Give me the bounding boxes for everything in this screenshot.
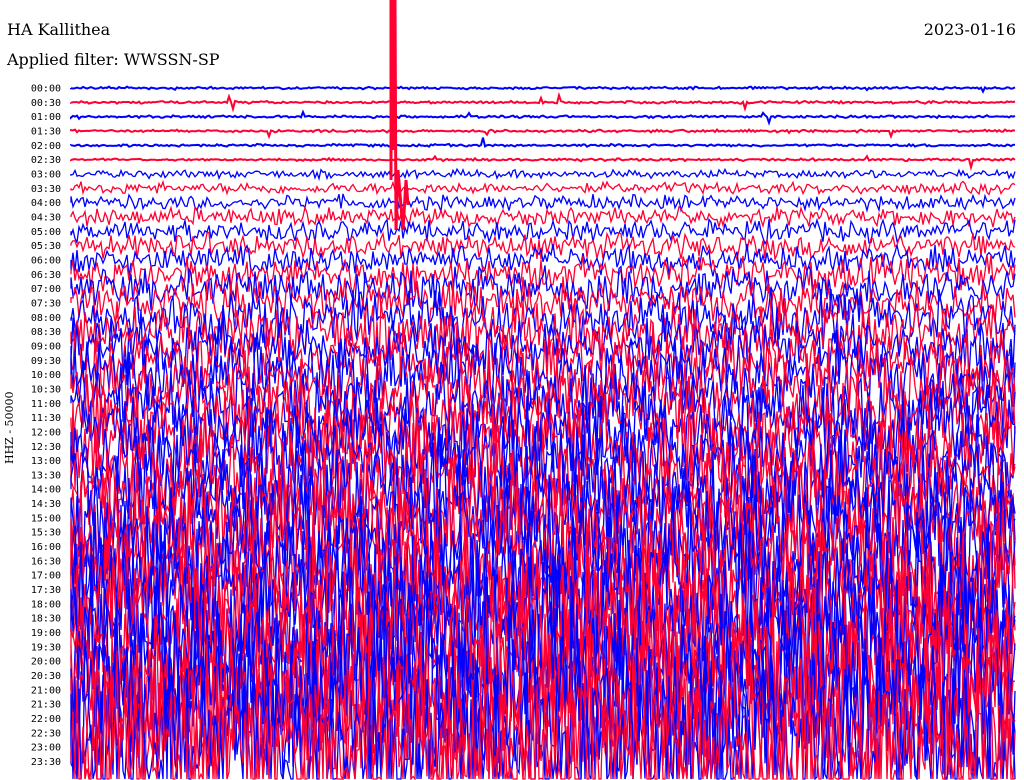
trace-row	[70, 205, 1016, 229]
trace-row	[70, 137, 1016, 149]
helicorder-plot: 00:00 00:30 01:00 01:30 02:00 02:30 03:00 03:30…	[31, 0, 1016, 780]
row-label: 17:00	[31, 571, 61, 582]
row-label: 00:30	[31, 98, 61, 109]
trace-row	[70, 154, 1016, 172]
row-label: 03:30	[31, 184, 61, 195]
row-label: 22:30	[31, 728, 61, 739]
row-label-group: 00:00 00:30 01:00 01:30 02:00 02:30 03:00 03:30…	[31, 84, 61, 769]
row-label: 12:30	[31, 442, 61, 453]
trace-row	[70, 85, 1016, 94]
row-label: 15:00	[31, 513, 61, 524]
row-label: 23:30	[31, 757, 61, 768]
row-label: 13:30	[31, 470, 61, 481]
row-label: 23:00	[31, 743, 61, 754]
row-label: 16:30	[31, 556, 61, 567]
row-label: 02:00	[31, 141, 61, 152]
row-label: 06:00	[31, 255, 61, 266]
row-label: 17:30	[31, 585, 61, 596]
row-label: 10:30	[31, 384, 61, 395]
row-label: 04:00	[31, 198, 61, 209]
trace-row	[70, 179, 1016, 196]
row-label: 02:30	[31, 155, 61, 166]
row-label: 19:00	[31, 628, 61, 639]
row-label: 03:00	[31, 169, 61, 180]
row-label: 11:30	[31, 413, 61, 424]
row-label: 21:00	[31, 685, 61, 696]
row-label: 10:00	[31, 370, 61, 381]
row-label: 13:00	[31, 456, 61, 467]
trace-row	[70, 167, 1016, 182]
row-label: 11:00	[31, 399, 61, 410]
row-label: 09:00	[31, 341, 61, 352]
row-label: 05:30	[31, 241, 61, 252]
row-label: 00:00	[31, 84, 61, 95]
row-label: 16:00	[31, 542, 61, 553]
row-label: 08:00	[31, 313, 61, 324]
row-label: 01:00	[31, 112, 61, 123]
row-label: 22:00	[31, 714, 61, 725]
trace-row	[70, 109, 1016, 126]
row-label: 09:30	[31, 356, 61, 367]
row-label: 08:30	[31, 327, 61, 338]
trace-row	[70, 231, 1016, 263]
trace-row	[70, 128, 1016, 140]
row-label: 15:30	[31, 528, 61, 539]
row-label: 06:30	[31, 270, 61, 281]
row-label: 14:00	[31, 485, 61, 496]
row-label: 12:00	[31, 427, 61, 438]
row-label: 20:30	[31, 671, 61, 682]
row-label: 18:00	[31, 599, 61, 610]
row-label: 01:30	[31, 126, 61, 137]
row-label: 18:30	[31, 614, 61, 625]
trace-row	[70, 91, 1016, 113]
row-label: 21:30	[31, 700, 61, 711]
row-label: 20:00	[31, 657, 61, 668]
row-label: 07:00	[31, 284, 61, 295]
trace-group	[70, 0, 1016, 780]
row-label: 04:30	[31, 212, 61, 223]
trace-row	[70, 193, 1016, 213]
row-label: 14:30	[31, 499, 61, 510]
row-label: 07:30	[31, 298, 61, 309]
row-label: 05:00	[31, 227, 61, 238]
row-label: 19:30	[31, 642, 61, 653]
